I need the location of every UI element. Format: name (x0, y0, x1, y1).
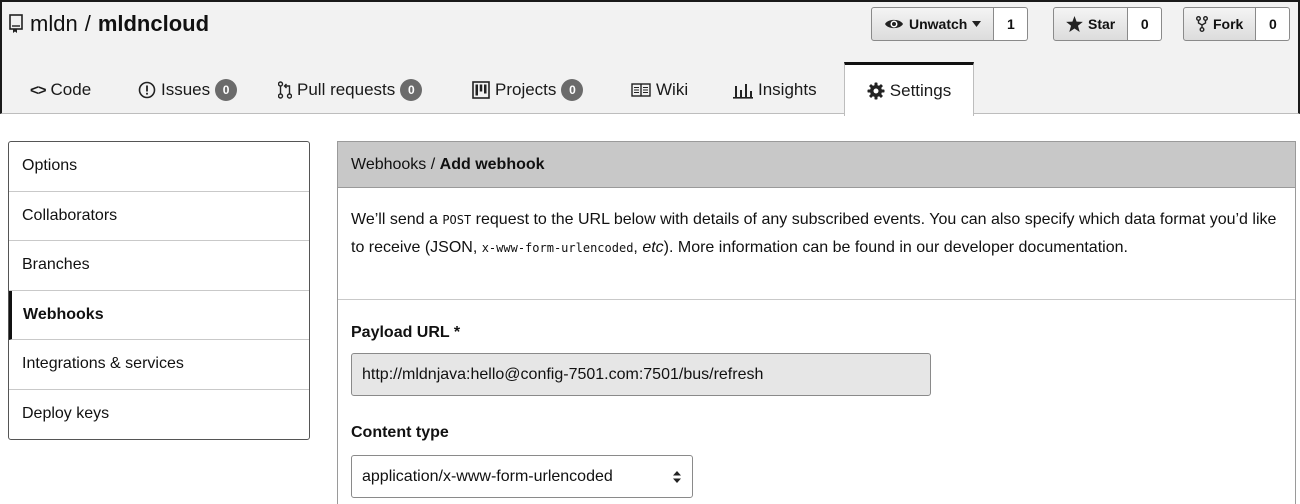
tab-insights[interactable]: Insights (733, 64, 817, 116)
breadcrumb-current: Add webhook (439, 155, 545, 173)
desc-code-post: POST (442, 213, 472, 227)
fork-icon (1196, 16, 1208, 32)
projects-count-badge: 0 (561, 79, 584, 101)
tab-settings-label: Settings (889, 80, 952, 100)
webhook-description: We’ll send a POST request to the URL bel… (338, 188, 1295, 300)
payload-url-input[interactable] (351, 353, 931, 396)
star-label: Star (1088, 16, 1116, 32)
stargazers-count[interactable]: 0 (1128, 7, 1163, 41)
tab-settings[interactable]: Settings (844, 62, 974, 116)
sidebar-item-integrations[interactable]: Integrations & services (9, 340, 309, 390)
sidebar-item-webhooks[interactable]: Webhooks (9, 290, 309, 340)
issues-count-badge: 0 (215, 79, 238, 101)
fork-group: Fork 0 (1183, 7, 1291, 41)
tab-projects-label: Projects (495, 80, 557, 99)
tab-projects[interactable]: Projects 0 (472, 64, 584, 116)
tab-wiki[interactable]: Wiki (631, 64, 688, 116)
watchers-count[interactable]: 1 (994, 7, 1029, 41)
desc-code-urlencoded: x-www-form-urlencoded (481, 241, 634, 255)
pull-requests-count-badge: 0 (400, 79, 423, 101)
graph-icon (733, 84, 753, 99)
breadcrumb-parent-link[interactable]: Webhooks / (351, 156, 435, 174)
git-pull-request-icon (278, 81, 292, 99)
payload-url-label: Payload URL * (351, 324, 461, 341)
repo-title: mldn / mldncloud (8, 11, 209, 37)
desc-text-4: ). More information can be found in our … (663, 239, 1128, 256)
sidebar-item-options[interactable]: Options (9, 142, 309, 192)
repo-header: mldn / mldncloud Unwatch 1 Star 0 Fork 0… (0, 0, 1300, 116)
settings-sidebar: Options Collaborators Branches Webhooks … (8, 141, 310, 440)
caret-down-icon (972, 21, 982, 27)
tab-issues[interactable]: Issues 0 (138, 64, 238, 116)
sidebar-item-branches[interactable]: Branches (9, 241, 309, 291)
desc-text-1: We’ll send a (351, 211, 443, 228)
book-icon (631, 83, 651, 97)
eye-icon (885, 19, 903, 29)
tab-pull-requests-label: Pull requests (297, 80, 396, 99)
tab-wiki-label: Wiki (656, 80, 689, 99)
tab-issues-label: Issues (161, 80, 211, 99)
repo-name-link[interactable]: mldncloud (98, 11, 209, 37)
breadcrumb: Webhooks / Add webhook (338, 142, 1295, 188)
forks-count[interactable]: 0 (1256, 7, 1291, 41)
issue-opened-icon (138, 81, 156, 99)
tab-code-label: Code (50, 80, 92, 99)
tab-pull-requests[interactable]: Pull requests 0 (278, 64, 423, 116)
code-icon: <> (30, 81, 47, 99)
star-group: Star 0 (1053, 7, 1163, 41)
content-type-value: application/x-www-form-urlencoded (362, 467, 613, 485)
tab-code[interactable]: <> Code (30, 64, 91, 116)
watch-group: Unwatch 1 (871, 7, 1029, 41)
gear-icon (867, 82, 885, 99)
repo-separator: / (84, 11, 91, 36)
desc-etc: etc (642, 239, 664, 256)
repo-icon (9, 14, 23, 33)
star-icon (1066, 16, 1083, 32)
tab-insights-label: Insights (758, 80, 817, 99)
star-button[interactable]: Star (1053, 7, 1129, 41)
unwatch-button[interactable]: Unwatch (871, 7, 995, 41)
repo-owner-link[interactable]: mldn (30, 11, 78, 37)
unwatch-label: Unwatch (909, 16, 968, 32)
fork-button[interactable]: Fork (1183, 7, 1257, 41)
content-type-label: Content type (351, 424, 449, 441)
sidebar-item-deploy-keys[interactable]: Deploy keys (9, 390, 309, 440)
webhook-form-panel: Webhooks / Add webhook We’ll send a POST… (337, 141, 1296, 504)
select-arrows-icon (673, 470, 681, 483)
content-type-select[interactable]: application/x-www-form-urlencoded (351, 455, 693, 498)
sidebar-item-collaborators[interactable]: Collaborators (9, 192, 309, 241)
project-icon (472, 81, 490, 99)
desc-text-3: , (633, 239, 643, 256)
fork-label: Fork (1213, 16, 1244, 32)
